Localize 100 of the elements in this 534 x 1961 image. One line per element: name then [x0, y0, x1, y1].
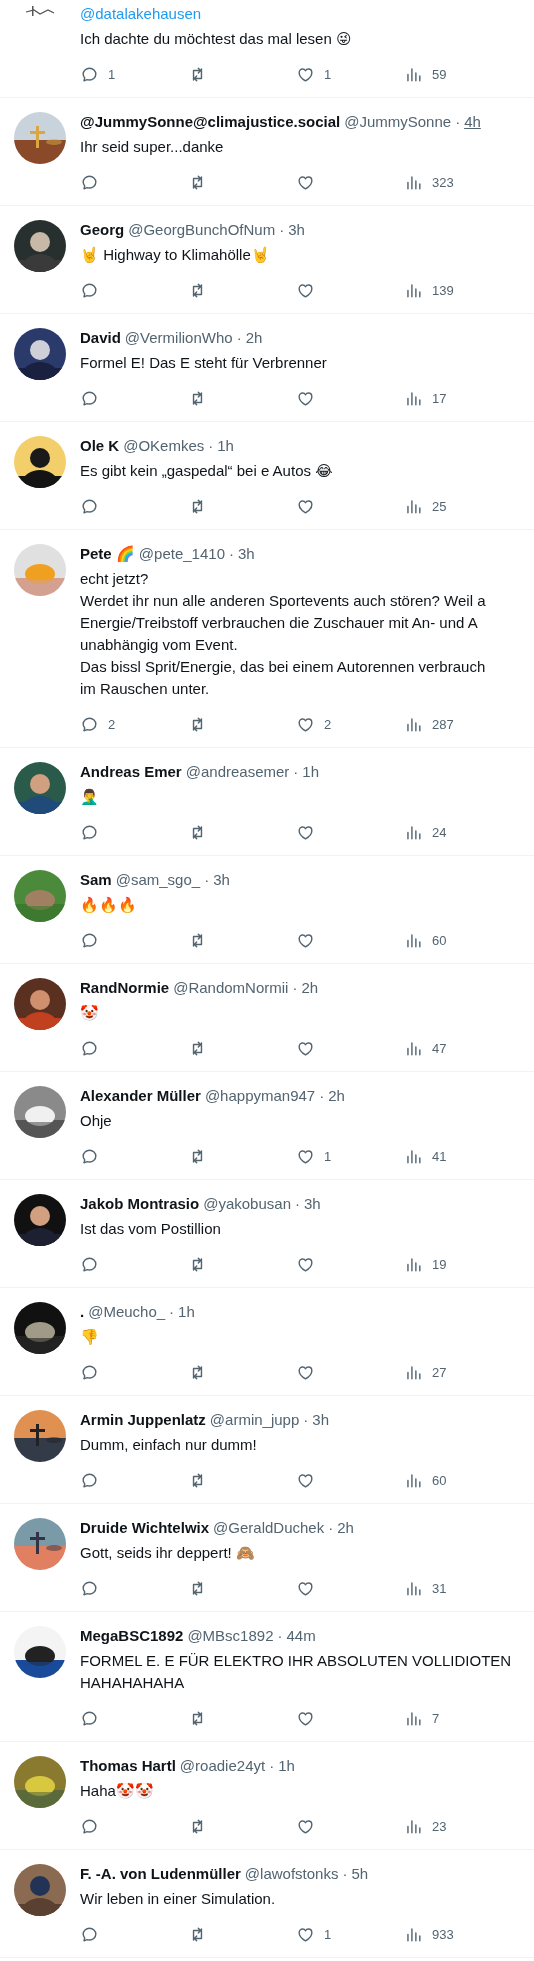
views-button[interactable]: 139: [404, 280, 454, 300]
views-button[interactable]: 287: [404, 714, 454, 734]
separator-dot: ·: [229, 544, 234, 564]
views-button[interactable]: 7: [404, 1708, 440, 1728]
post-time[interactable]: 1h: [217, 436, 234, 456]
post-text: Es gibt kein „gaspedal“ bei e Autos 😂: [80, 461, 333, 481]
user-handle: @OKemkes: [123, 436, 205, 456]
post-time[interactable]: 3h: [312, 1410, 329, 1430]
reply-icon: [80, 1254, 99, 1274]
post-text: Ohje: [80, 1111, 112, 1131]
post-text: Gott, seids ihr deppert! 🙈: [80, 1543, 255, 1563]
views-button[interactable]: 31: [404, 1578, 447, 1598]
user-name: Thomas Hartl: [80, 1756, 176, 1776]
views-button[interactable]: 323: [404, 172, 454, 192]
reply-button[interactable]: [80, 822, 99, 842]
reply-button[interactable]: [80, 1816, 99, 1836]
post-time[interactable]: 3h: [288, 220, 305, 240]
reply-button[interactable]: [80, 280, 99, 300]
views-button[interactable]: 60: [404, 930, 447, 950]
reply-button[interactable]: [80, 930, 99, 950]
reply-button[interactable]: [80, 1038, 99, 1058]
post-time[interactable]: 4h: [464, 112, 481, 132]
reply-button[interactable]: [80, 1470, 99, 1490]
post-time[interactable]: 2h: [337, 1518, 354, 1538]
reply-button[interactable]: 1: [80, 64, 116, 84]
views-button[interactable]: 41: [404, 1146, 447, 1166]
views-button[interactable]: 933: [404, 1924, 454, 1944]
user-name: Georg: [80, 220, 125, 240]
reply-button[interactable]: 2: [80, 714, 116, 734]
user-name: Pete 🌈: [80, 544, 135, 564]
user-name: @JummySonne@climajustice.social: [80, 112, 341, 132]
post-time[interactable]: 2h: [245, 328, 263, 348]
views-button[interactable]: 27: [404, 1362, 447, 1382]
user-name: David: [80, 328, 121, 348]
post-text: Ich dachte du möchtest das mal lesen 😜: [80, 29, 352, 49]
post-time[interactable]: 3h: [303, 1194, 321, 1214]
reply-button[interactable]: [80, 388, 99, 408]
post-text: 👎: [80, 1327, 99, 1347]
user-name: RandNormie: [80, 978, 170, 998]
like-button[interactable]: 1: [296, 64, 332, 84]
separator-dot: ·: [294, 1194, 300, 1214]
reply-icon: [80, 1146, 99, 1166]
user-handle: @Meucho_: [88, 1302, 166, 1322]
reply-button[interactable]: [80, 1362, 99, 1382]
views-button[interactable]: 47: [404, 1038, 447, 1058]
reply-icon: [80, 930, 99, 950]
post-text: 🤡: [80, 1003, 99, 1023]
post-text: Haha🤡🤡: [80, 1781, 154, 1801]
post-time[interactable]: 2h: [301, 978, 319, 998]
reply-button[interactable]: [80, 1924, 99, 1944]
views-button[interactable]: 17: [404, 388, 447, 408]
post-time[interactable]: 2h: [328, 1086, 345, 1106]
separator-dot: ·: [319, 1086, 325, 1106]
separator-dot: ·: [269, 1756, 275, 1776]
like-button[interactable]: 1: [296, 1924, 332, 1944]
separator-dot: ·: [292, 978, 298, 998]
views-button[interactable]: 25: [404, 496, 447, 516]
separator-dot: ·: [342, 1864, 348, 1884]
post-text: Wir leben in einer Simulation.: [80, 1889, 276, 1909]
separator-dot: ·: [277, 1626, 283, 1646]
reply-button[interactable]: [80, 172, 99, 192]
user-name: F. -A. von Ludenmüller: [80, 1864, 241, 1884]
post-time[interactable]: 1h: [302, 762, 319, 782]
user-handle: @roadie24yt: [179, 1756, 266, 1776]
reply-icon: [80, 1924, 99, 1944]
user-name: Druide Wichtelwix: [80, 1518, 210, 1538]
reply-button[interactable]: [80, 496, 99, 516]
reply-icon: [80, 496, 99, 516]
user-handle: @MBsc1892: [187, 1626, 274, 1646]
reply-button[interactable]: [80, 1254, 99, 1274]
post-time[interactable]: 5h: [351, 1864, 369, 1884]
reply-icon: [80, 1708, 99, 1728]
reply-button[interactable]: [80, 1708, 99, 1728]
like-button[interactable]: 1: [296, 1146, 332, 1166]
separator-dot: ·: [204, 870, 210, 890]
views-button[interactable]: 23: [404, 1816, 447, 1836]
post-time[interactable]: 1h: [278, 1756, 295, 1776]
views-button[interactable]: 59: [404, 64, 447, 84]
post-time[interactable]: 3h: [213, 870, 230, 890]
views-button[interactable]: 19: [404, 1254, 447, 1274]
post-time[interactable]: 1h: [178, 1302, 195, 1322]
post-time[interactable]: 44m: [286, 1626, 316, 1646]
reply-button[interactable]: [80, 1146, 99, 1166]
separator-dot: ·: [169, 1302, 175, 1322]
views-button[interactable]: 60: [404, 1470, 447, 1490]
user-handle: @sam_sgo_: [115, 870, 201, 890]
views-button[interactable]: 24: [404, 822, 447, 842]
separator-dot: ·: [303, 1410, 309, 1430]
reply-icon: [80, 1816, 99, 1836]
user-handle: @GeraldDuchek: [213, 1518, 325, 1538]
user-name: Armin Juppenlatz: [80, 1410, 206, 1430]
reply-icon: [80, 280, 99, 300]
separator-dot: ·: [328, 1518, 334, 1538]
like-button[interactable]: 2: [296, 714, 332, 734]
post-text: FORMEL E. E FÜR ELEKTRO IHR ABSOLUTEN VOLLIDIOTEN HAHAHAHAHA: [80, 1651, 512, 1693]
user-handle: @GeorgBunchOfNum: [128, 220, 276, 240]
post-time[interactable]: 3h: [238, 544, 255, 564]
user-handle: @yakobusan: [203, 1194, 291, 1214]
reply-button[interactable]: [80, 1578, 99, 1598]
user-name: Andreas Emer: [80, 762, 182, 782]
